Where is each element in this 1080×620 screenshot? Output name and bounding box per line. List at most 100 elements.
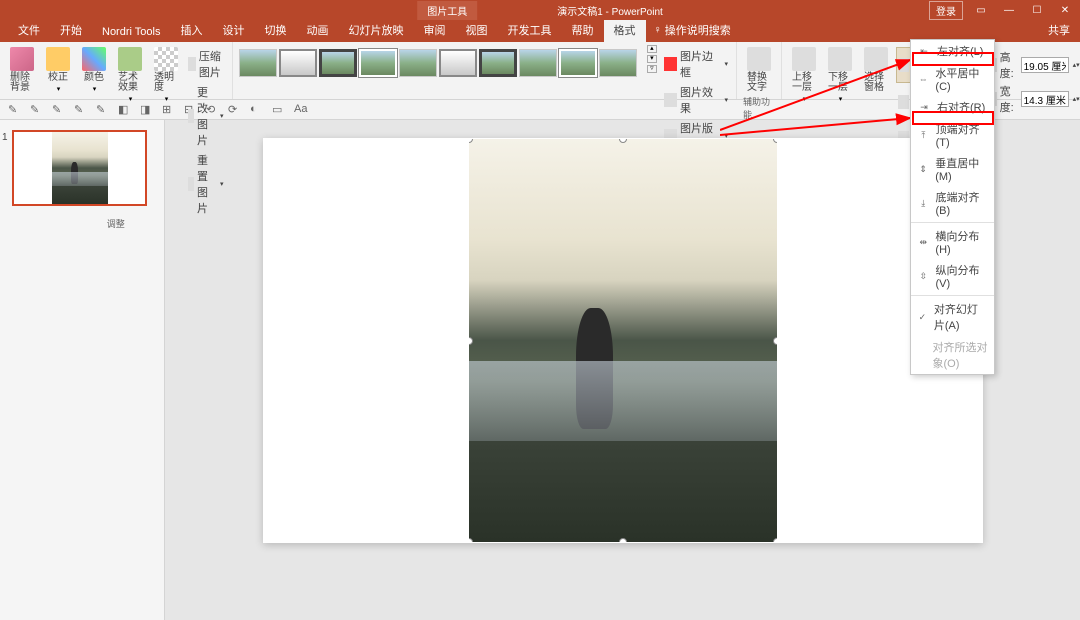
menu-format[interactable]: 格式	[604, 18, 646, 42]
transparency-button[interactable]: 透明度▾	[150, 45, 182, 105]
menu-help[interactable]: 帮助	[562, 18, 604, 42]
resize-handle[interactable]	[773, 139, 777, 143]
resize-handle[interactable]	[469, 538, 473, 542]
compress-icon	[188, 57, 196, 71]
transparency-icon	[154, 47, 178, 71]
check-icon: ✓	[917, 311, 928, 323]
document-title: 演示文稿1 - PowerPoint	[557, 3, 663, 18]
menu-transition[interactable]: 切换	[255, 18, 297, 42]
align-top-item[interactable]: ⤒顶端对齐(T)	[911, 118, 994, 152]
remove-background-button[interactable]: 删除背景	[6, 45, 38, 95]
width-input[interactable]	[1021, 91, 1069, 107]
forward-icon	[792, 47, 816, 71]
menu-slideshow[interactable]: 幻灯片放映	[339, 18, 414, 42]
height-input[interactable]	[1021, 57, 1069, 73]
menu-dev[interactable]: 开发工具	[498, 18, 562, 42]
login-button[interactable]: 登录	[929, 1, 963, 20]
close-icon[interactable]: ✕	[1055, 2, 1075, 18]
share-button[interactable]: 共享	[1038, 18, 1080, 42]
menu-nordri[interactable]: Nordri Tools	[92, 22, 171, 42]
distribute-v-item[interactable]: ⇳纵向分布(V)	[911, 259, 994, 293]
align-left-item[interactable]: ⇤左对齐(L)	[911, 40, 994, 62]
distribute-h-item[interactable]: ⇹横向分布(H)	[911, 225, 994, 259]
compress-pictures-button[interactable]: 压缩图片	[186, 47, 226, 81]
lightbulb-icon: ♀	[654, 24, 662, 36]
maximize-icon[interactable]: ☐	[1027, 2, 1047, 18]
align-right-icon: ⇥	[917, 101, 931, 113]
selection-pane-icon	[864, 47, 888, 71]
slide-thumbnail[interactable]	[12, 130, 147, 206]
style-thumb[interactable]	[439, 49, 477, 77]
title-bar: 图片工具 演示文稿1 - PowerPoint 登录 ▭ — ☐ ✕	[0, 0, 1080, 20]
resize-handle[interactable]	[619, 538, 627, 542]
picture-border-button[interactable]: 图片边框▾	[662, 47, 730, 81]
align-bottom-item[interactable]: ⤓底端对齐(B)	[911, 186, 994, 220]
bring-forward-button[interactable]: 上移一层▾	[788, 45, 820, 105]
align-to-selected-item: 对齐所选对象(O)	[911, 336, 994, 374]
ribbon-display-icon[interactable]: ▭	[971, 2, 991, 18]
resize-handle[interactable]	[773, 538, 777, 542]
align-dropdown-menu: ⇤左对齐(L) ⇔水平居中(C) ⇥右对齐(R) ⤒顶端对齐(T) ⇕垂直居中(…	[910, 39, 995, 375]
dist-v-icon: ⇳	[917, 270, 930, 282]
align-to-slide-item[interactable]: ✓对齐幻灯片(A)	[911, 298, 994, 336]
gallery-up-icon[interactable]: ▴	[647, 45, 657, 53]
effects-icon	[664, 93, 677, 107]
menu-view[interactable]: 视图	[456, 18, 498, 42]
menu-animation[interactable]: 动画	[297, 18, 339, 42]
picture-styles-gallery[interactable]	[239, 45, 641, 77]
minimize-icon[interactable]: —	[999, 2, 1019, 18]
tell-me-search[interactable]: ♀操作说明搜索	[646, 18, 739, 42]
align-h-center-item[interactable]: ⇔水平居中(C)	[911, 62, 994, 96]
align-left-icon: ⇤	[917, 45, 931, 57]
group-icon	[898, 95, 909, 109]
slide-number: 1	[2, 132, 8, 143]
style-thumb[interactable]	[559, 49, 597, 77]
selected-image[interactable]	[469, 139, 777, 542]
color-button[interactable]: 颜色▾	[78, 45, 110, 95]
height-label: 高度:	[1000, 49, 1018, 81]
gallery-down-icon[interactable]: ▾	[647, 55, 657, 63]
backward-icon	[828, 47, 852, 71]
resize-handle[interactable]	[469, 337, 473, 345]
group-label-aux: 辅助功能	[743, 95, 775, 122]
menu-start[interactable]: 开始	[50, 18, 92, 42]
border-icon	[664, 57, 677, 71]
align-icon	[899, 58, 909, 72]
resize-handle[interactable]	[469, 139, 473, 143]
resize-handle[interactable]	[619, 139, 627, 143]
remove-bg-icon	[10, 47, 34, 71]
align-right-item[interactable]: ⇥右对齐(R)	[911, 96, 994, 118]
style-thumb[interactable]	[279, 49, 317, 77]
corrections-icon	[46, 47, 70, 71]
gallery-more-icon[interactable]: ▿	[647, 65, 657, 73]
style-thumb[interactable]	[319, 49, 357, 77]
style-thumb[interactable]	[359, 49, 397, 77]
corrections-button[interactable]: 校正▾	[42, 45, 74, 95]
menu-design[interactable]: 设计	[213, 18, 255, 42]
contextual-tab-label: 图片工具	[417, 1, 477, 20]
slide-thumbnail-panel: 1	[0, 120, 165, 620]
menu-review[interactable]: 审阅	[414, 18, 456, 42]
align-top-icon: ⤒	[917, 129, 930, 141]
thumbnail-image	[52, 132, 108, 204]
send-backward-button[interactable]: 下移一层▾	[824, 45, 856, 105]
style-thumb[interactable]	[479, 49, 517, 77]
menu-insert[interactable]: 插入	[171, 18, 213, 42]
width-label: 宽度:	[1000, 83, 1018, 115]
align-v-center-item[interactable]: ⇕垂直居中(M)	[911, 152, 994, 186]
menu-file[interactable]: 文件	[8, 18, 50, 42]
style-thumb[interactable]	[239, 49, 277, 77]
style-thumb[interactable]	[519, 49, 557, 77]
selection-pane-button[interactable]: 选择窗格	[860, 45, 892, 95]
style-thumb[interactable]	[399, 49, 437, 77]
group-label-adjust: 调整	[107, 217, 125, 231]
color-icon	[82, 47, 106, 71]
resize-handle[interactable]	[773, 337, 777, 345]
artistic-effects-button[interactable]: 艺术效果▾	[114, 45, 146, 105]
artistic-icon	[118, 47, 142, 71]
slide[interactable]	[263, 138, 983, 543]
picture-effects-button[interactable]: 图片效果▾	[662, 83, 730, 117]
align-bottom-icon: ⤓	[917, 197, 930, 209]
alt-text-button[interactable]: 替换文字	[743, 45, 775, 95]
style-thumb[interactable]	[599, 49, 637, 77]
